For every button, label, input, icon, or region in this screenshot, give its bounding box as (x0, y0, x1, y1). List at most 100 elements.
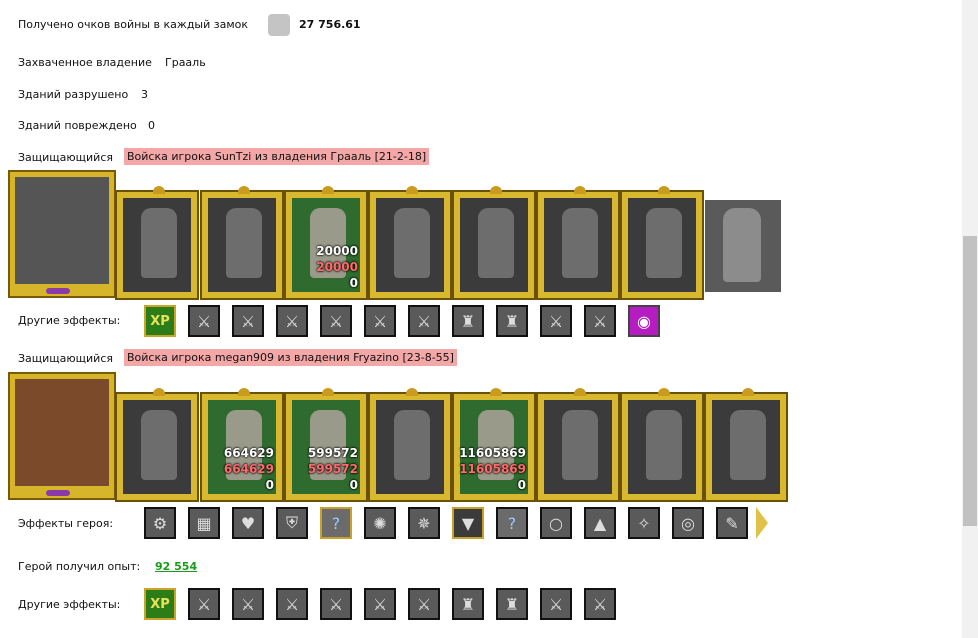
defender2-hero-frame[interactable] (8, 372, 116, 500)
constellation-icon[interactable]: ✧ (628, 507, 660, 539)
sword-icon[interactable]: ⚔ (584, 305, 616, 337)
armored-boot-icon[interactable]: ⚔ (276, 305, 308, 337)
unit-lost: 664629 (223, 462, 274, 476)
unit-portrait (208, 198, 276, 292)
chess-piece-icon[interactable]: ♜ (452, 305, 484, 337)
pyramid-icon[interactable]: ▲ (584, 507, 616, 539)
pink-shield-dome-icon[interactable]: ◉ (628, 305, 660, 337)
unit-slot[interactable] (536, 388, 620, 502)
unit-slot[interactable] (452, 186, 536, 300)
chess-piece-icon[interactable]: ♜ (496, 588, 528, 620)
armored-boot-icon[interactable]: ⚔ (188, 305, 220, 337)
exp-value-link[interactable]: 92 554 (155, 560, 197, 573)
gem-row (46, 288, 70, 294)
unit-slot[interactable] (705, 200, 781, 292)
xp-icon[interactable]: XP (144, 305, 176, 337)
question-icon[interactable]: ? (496, 507, 528, 539)
unit-slot[interactable] (704, 388, 788, 502)
unit-portrait (376, 400, 444, 494)
frame-cap (406, 388, 418, 396)
exp-label: Герой получил опыт: (18, 560, 141, 573)
unit-left: 0 (349, 478, 358, 492)
frame-cap (574, 186, 586, 194)
gauntlet-sword-icon[interactable]: ⚔ (540, 305, 572, 337)
defender1-hero-frame[interactable] (8, 170, 116, 298)
unit-slot[interactable] (115, 388, 199, 502)
dragon-icon[interactable]: ✵ (408, 507, 440, 539)
unit-slot[interactable] (536, 186, 620, 300)
sword-icon[interactable]: ⚔ (364, 588, 396, 620)
unit-count: 20000 (316, 244, 358, 258)
heart-icon[interactable]: ♥ (232, 507, 264, 539)
unit-figure (478, 208, 514, 278)
sword-icon[interactable]: ⚔ (408, 588, 440, 620)
next-arrow-icon[interactable] (756, 507, 768, 539)
frame-cap (742, 388, 754, 396)
unit-figure (646, 208, 682, 278)
defender1-label: Защищающийся (18, 151, 113, 164)
unit-slot[interactable]: 11605869 11605869 0 (452, 388, 536, 502)
sword-icon[interactable]: ⚔ (364, 305, 396, 337)
defender2-effects-label: Другие эффекты: (18, 598, 121, 611)
frame-cap (490, 186, 502, 194)
orb-icon[interactable]: ◎ (672, 507, 704, 539)
unit-slot[interactable]: 599572 599572 0 (284, 388, 368, 502)
unit-slot[interactable] (368, 388, 452, 502)
captured-label: Захваченное владение (18, 56, 152, 69)
unit-slot[interactable]: 20000 20000 0 (284, 186, 368, 300)
crossed-bows-crest-icon (15, 177, 109, 284)
unit-lost: 11605869 (459, 462, 526, 476)
unit-portrait (123, 400, 191, 494)
unit-slot[interactable] (620, 186, 704, 300)
chess-piece-icon[interactable]: ♜ (496, 305, 528, 337)
scrollbar-thumb[interactable] (963, 236, 977, 526)
sword-icon[interactable]: ⚔ (320, 588, 352, 620)
armored-boot-icon[interactable]: ⚔ (276, 588, 308, 620)
unit-slot[interactable] (620, 388, 704, 502)
scrollbar[interactable] (962, 0, 978, 638)
unit-figure (562, 208, 598, 278)
unit-figure (646, 410, 682, 480)
scroll-icon[interactable]: ✎ (716, 507, 748, 539)
defender2-title: Войска игрока megan909 из владения Fryaz… (124, 349, 457, 366)
sun-crest-icon[interactable]: ✺ (364, 507, 396, 539)
frame-cap (658, 186, 670, 194)
unit-slot[interactable] (200, 186, 284, 300)
unit-left: 0 (517, 478, 526, 492)
unit-figure (141, 208, 177, 278)
gauntlet-sword-icon[interactable]: ⚔ (232, 305, 264, 337)
ring-icon[interactable]: ○ (540, 507, 572, 539)
war-points-label: Получено очков войны в каждый замок (18, 18, 249, 31)
sword-icon[interactable]: ⚔ (584, 588, 616, 620)
helmet-icon[interactable]: ▼ (452, 507, 484, 539)
armor-icon[interactable]: ⚙ (144, 507, 176, 539)
question-icon[interactable]: ? (320, 507, 352, 539)
unit-slot[interactable] (368, 186, 452, 300)
book-icon[interactable]: ▦ (188, 507, 220, 539)
sword-icon[interactable]: ⚔ (408, 305, 440, 337)
unit-left: 0 (265, 478, 274, 492)
damaged-label: Зданий повреждено (18, 119, 137, 132)
gauntlet-sword-icon[interactable]: ⚔ (232, 588, 264, 620)
xp-icon[interactable]: XP (144, 588, 176, 620)
unit-portrait (544, 400, 612, 494)
frame-cap (658, 388, 670, 396)
destroyed-value: 3 (141, 88, 148, 101)
gauntlet-sword-icon[interactable]: ⚔ (540, 588, 572, 620)
gem-row (46, 490, 70, 496)
sword-icon[interactable]: ⚔ (320, 305, 352, 337)
frame-cap (238, 186, 250, 194)
unit-slot[interactable] (115, 186, 199, 300)
shield-icon[interactable]: ⛨ (276, 507, 308, 539)
chess-piece-icon[interactable]: ♜ (452, 588, 484, 620)
destroyed-label: Зданий разрушено (18, 88, 129, 101)
unit-portrait (376, 198, 444, 292)
unit-figure (226, 208, 262, 278)
hero-effects-label: Эффекты героя: (18, 517, 114, 530)
unit-figure (730, 410, 766, 480)
defender2-label: Защищающийся (18, 352, 113, 365)
frame-cap (322, 186, 334, 194)
armored-boot-icon[interactable]: ⚔ (188, 588, 220, 620)
unit-slot[interactable]: 664629 664629 0 (200, 388, 284, 502)
unit-left: 0 (349, 276, 358, 290)
